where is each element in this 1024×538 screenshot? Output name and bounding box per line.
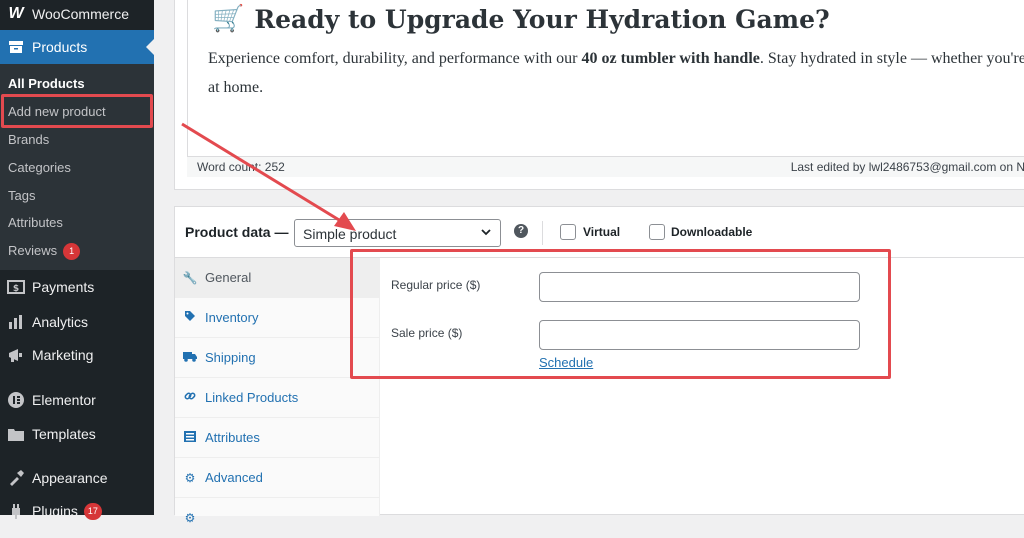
editor-content[interactable]: 🛒 Ready to Upgrade Your Hydration Game? … bbox=[187, 0, 1024, 176]
product-type-value: Simple product bbox=[303, 226, 397, 242]
menu-payments[interactable]: $ Payments bbox=[0, 270, 154, 304]
link-icon bbox=[175, 390, 205, 405]
submenu-all-products[interactable]: All Products bbox=[8, 73, 85, 95]
tab-advanced[interactable]: ⚙ Advanced bbox=[175, 458, 380, 498]
menu-label: Payments bbox=[32, 279, 95, 295]
menu-elementor[interactable]: Elementor bbox=[0, 383, 154, 417]
add-new-product-highlight bbox=[1, 94, 153, 128]
wrench-icon: 🔧 bbox=[182, 270, 198, 285]
plugins-update-badge: 17 bbox=[83, 502, 102, 520]
price-fields-highlight bbox=[350, 249, 891, 379]
submenu-categories[interactable]: Categories bbox=[8, 157, 71, 179]
tab-linked-products[interactable]: Linked Products bbox=[175, 378, 380, 418]
last-edited: Last edited by lwl2486753@gmail.com on N bbox=[790, 160, 1024, 174]
menu-label: Appearance bbox=[32, 470, 108, 486]
tab-next[interactable]: ⚙ bbox=[175, 498, 380, 538]
help-icon[interactable]: ? bbox=[514, 224, 528, 238]
payments-icon: $ bbox=[0, 280, 32, 294]
marketing-icon bbox=[0, 347, 32, 363]
editor-panel: 🛒 Ready to Upgrade Your Hydration Game? … bbox=[174, 0, 1024, 190]
menu-label: Templates bbox=[32, 426, 96, 442]
product-type-select[interactable]: Simple product bbox=[294, 219, 501, 247]
tab-attributes[interactable]: Attributes bbox=[175, 418, 380, 458]
submenu-reviews[interactable]: Reviews 1 bbox=[8, 240, 81, 262]
menu-appearance[interactable]: Appearance bbox=[0, 461, 154, 495]
svg-text:$: $ bbox=[13, 284, 19, 294]
submenu-tags[interactable]: Tags bbox=[8, 185, 35, 207]
analytics-icon bbox=[0, 315, 32, 329]
menu-woocommerce[interactable]: W WooCommerce bbox=[0, 0, 154, 31]
menu-label: WooCommerce bbox=[32, 6, 129, 22]
gear-icon: ⚙ bbox=[184, 470, 196, 485]
menu-marketing[interactable]: Marketing bbox=[0, 338, 154, 372]
plugins-icon bbox=[0, 503, 32, 519]
word-count: Word count: 252 bbox=[197, 160, 285, 174]
downloadable-label: Downloadable bbox=[671, 225, 753, 239]
list-icon bbox=[175, 430, 205, 445]
menu-analytics[interactable]: Analytics bbox=[0, 305, 154, 339]
menu-label: Marketing bbox=[32, 347, 94, 363]
editor-status-bar: Word count: 252 Last edited by lwl248675… bbox=[187, 156, 1024, 177]
downloadable-checkbox[interactable] bbox=[649, 224, 665, 240]
menu-label: Products bbox=[32, 39, 88, 55]
admin-sidebar: W WooCommerce Products All Products Add … bbox=[0, 0, 154, 520]
more-icon: ⚙ bbox=[184, 511, 196, 525]
menu-products[interactable]: Products bbox=[0, 30, 154, 64]
menu-templates[interactable]: Templates bbox=[0, 417, 154, 451]
chevron-down-icon bbox=[480, 225, 492, 241]
virtual-label: Virtual bbox=[583, 225, 621, 239]
reviews-count-badge: 1 bbox=[63, 243, 81, 261]
truck-icon bbox=[175, 351, 205, 365]
divider bbox=[542, 221, 543, 245]
content-paragraph: Experience comfort, durability, and perf… bbox=[208, 50, 1024, 96]
templates-icon bbox=[0, 427, 32, 441]
product-data-title: Product data — bbox=[185, 224, 289, 240]
virtual-checkbox[interactable] bbox=[560, 224, 576, 240]
archive-icon bbox=[0, 40, 32, 54]
tag-icon bbox=[175, 310, 205, 325]
elementor-icon bbox=[0, 392, 32, 408]
menu-label: Plugins bbox=[32, 503, 78, 519]
menu-plugins[interactable]: Plugins 17 bbox=[0, 494, 154, 528]
menu-label: Analytics bbox=[32, 314, 89, 330]
woocommerce-icon: W bbox=[8, 5, 24, 22]
submenu-brands[interactable]: Brands bbox=[8, 129, 49, 151]
submenu-attributes[interactable]: Attributes bbox=[8, 212, 63, 234]
content-heading: 🛒 Ready to Upgrade Your Hydration Game? bbox=[212, 4, 830, 34]
appearance-icon bbox=[0, 470, 32, 486]
menu-label: Elementor bbox=[32, 392, 96, 408]
shopping-cart-icon: 🛒 bbox=[212, 4, 245, 34]
